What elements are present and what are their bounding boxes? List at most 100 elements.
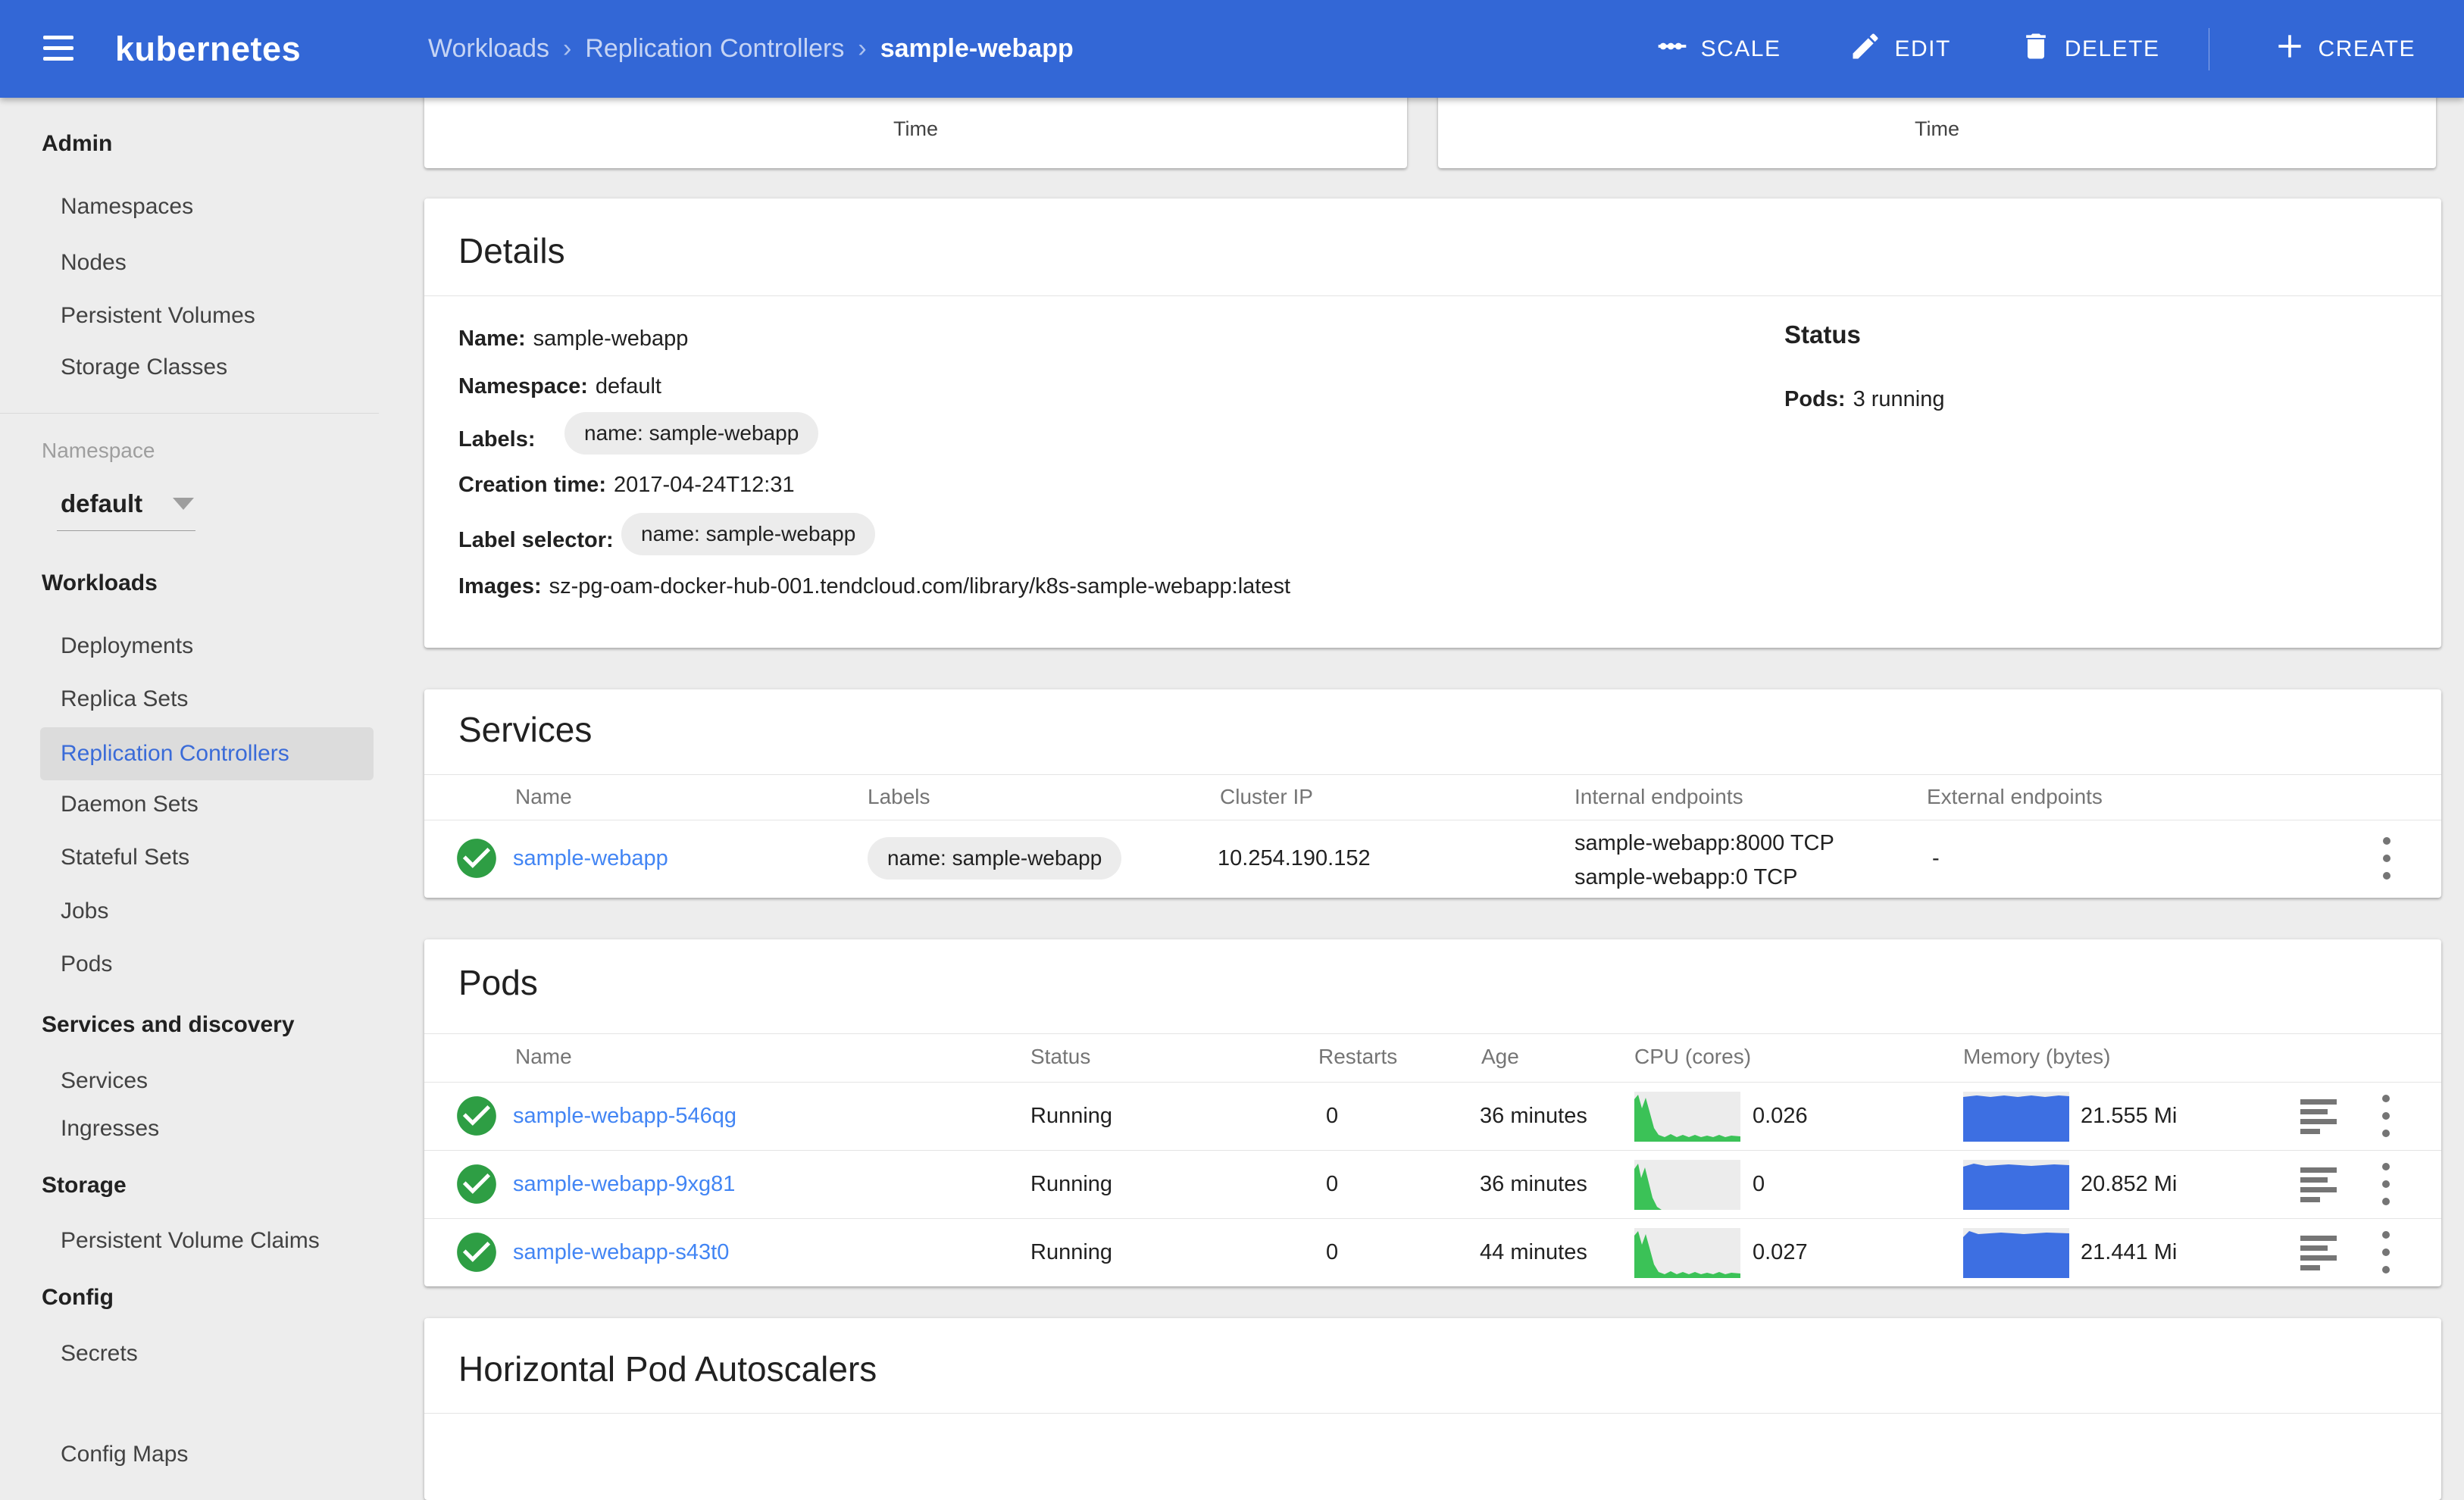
nav-sidebar: Admin Namespaces Nodes Persistent Volume…: [0, 98, 379, 1444]
breadcrumb-link-workloads[interactable]: Workloads: [428, 34, 549, 64]
col-header-memory: Memory (bytes): [1963, 1042, 2110, 1072]
detail-images-label: Images:: [458, 574, 542, 598]
sidebar-section-storage[interactable]: Storage: [42, 1159, 127, 1212]
service-link[interactable]: sample-webapp: [513, 842, 668, 875]
memory-sparkline: [1963, 1160, 2069, 1210]
table-row: sample-webapp-9xg81 Running 0 36 minutes…: [424, 1150, 2441, 1218]
col-header-cpu: CPU (cores): [1634, 1042, 1751, 1072]
pod-memory-value: 21.555 Mi: [2081, 1099, 2177, 1133]
service-label-chip: name: sample-webapp: [868, 837, 1121, 880]
col-header-name: Name: [515, 782, 572, 812]
sidebar-item-services[interactable]: Services: [61, 1055, 148, 1108]
col-header-restarts: Restarts: [1318, 1042, 1397, 1072]
namespace-underline: [57, 530, 195, 531]
sidebar-item-persistent-volume-claims[interactable]: Persistent Volume Claims: [61, 1214, 320, 1267]
edit-button[interactable]: EDIT: [1834, 19, 1965, 80]
pod-age: 36 minutes: [1480, 1167, 1587, 1201]
memory-sparkline: [1963, 1092, 2069, 1142]
row-menu-icon[interactable]: [2381, 1163, 2391, 1205]
cpu-sparkline: [1634, 1228, 1740, 1278]
scale-button-label: SCALE: [1701, 36, 1781, 62]
delete-button-label: DELETE: [2065, 36, 2160, 62]
menu-icon[interactable]: [43, 36, 73, 62]
namespace-select[interactable]: default: [61, 481, 142, 527]
logs-icon[interactable]: [2300, 1234, 2340, 1270]
status-pods-value: 3 running: [1853, 387, 1945, 411]
detail-creation-value: 2017-04-24T12:31: [614, 473, 795, 497]
sidebar-item-replication-controllers[interactable]: Replication Controllers: [40, 727, 374, 780]
sidebar-section-services-discovery[interactable]: Services and discovery: [42, 998, 295, 1052]
details-title: Details: [458, 230, 565, 271]
sidebar-item-jobs[interactable]: Jobs: [61, 885, 108, 938]
pod-memory-value: 20.852 Mi: [2081, 1167, 2177, 1201]
sidebar-item-deployments[interactable]: Deployments: [61, 620, 193, 673]
row-menu-icon[interactable]: [2382, 837, 2391, 880]
pod-cpu-value: 0.026: [1753, 1099, 1808, 1133]
detail-labels-label: Labels:: [458, 427, 536, 452]
detail-name: Name:sample-webapp: [458, 322, 688, 355]
namespace-label: Namespace: [42, 436, 155, 466]
check-circle-icon: [453, 1092, 500, 1139]
sidebar-item-namespaces[interactable]: Namespaces: [61, 180, 193, 233]
chevron-right-icon: ›: [563, 34, 571, 64]
app-logo[interactable]: kubernetes: [115, 0, 301, 98]
scale-icon: [1656, 30, 1689, 69]
detail-images: Images: sz-pg-oam-docker-hub-001.tendclou…: [458, 570, 1290, 603]
col-header-labels: Labels: [868, 782, 930, 812]
sidebar-item-secrets[interactable]: Secrets: [61, 1327, 138, 1380]
create-button[interactable]: CREATE: [2258, 19, 2431, 80]
memory-sparkline: [1963, 1228, 2069, 1278]
sidebar-section-workloads[interactable]: Workloads: [42, 557, 158, 610]
detail-images-value: sz-pg-oam-docker-hub-001.tendcloud.com/l…: [549, 574, 1290, 598]
sidebar-divider: [0, 413, 379, 414]
sidebar-item-stateful-sets[interactable]: Stateful Sets: [61, 831, 189, 884]
pod-age: 36 minutes: [1480, 1099, 1587, 1133]
create-button-label: CREATE: [2319, 36, 2416, 62]
sidebar-item-persistent-volumes[interactable]: Persistent Volumes: [61, 289, 255, 342]
hpa-card: Horizontal Pod Autoscalers: [424, 1318, 2441, 1500]
sidebar-item-pods[interactable]: Pods: [61, 938, 112, 991]
pod-restarts: 0: [1326, 1167, 1338, 1201]
service-external-endpoint: -: [1932, 842, 1940, 875]
logs-icon[interactable]: [2300, 1098, 2340, 1134]
logs-icon[interactable]: [2300, 1166, 2340, 1202]
divider: [424, 1033, 2441, 1034]
sidebar-item-replica-sets[interactable]: Replica Sets: [61, 673, 188, 726]
services-title: Services: [458, 709, 592, 750]
sidebar-item-nodes[interactable]: Nodes: [61, 236, 127, 289]
sidebar-item-config-maps[interactable]: Config Maps: [61, 1428, 188, 1481]
col-header-age: Age: [1481, 1042, 1519, 1072]
sidebar-section-config[interactable]: Config: [42, 1271, 114, 1324]
plus-icon: [2273, 30, 2306, 69]
pod-status: Running: [1030, 1236, 1112, 1269]
detail-creation-time: Creation time:2017-04-24T12:31: [458, 468, 795, 502]
status-pods-label: Pods:: [1784, 387, 1846, 411]
details-card: Details Name:sample-webapp Namespace:def…: [424, 198, 2441, 648]
table-row: sample-webapp-s43t0 Running 0 44 minutes…: [424, 1218, 2441, 1286]
delete-button[interactable]: DELETE: [2004, 19, 2175, 80]
row-menu-icon[interactable]: [2381, 1231, 2391, 1273]
status-pods: Pods: 3 running: [1784, 383, 1945, 416]
sidebar-item-ingresses[interactable]: Ingresses: [61, 1102, 159, 1155]
cpu-sparkline: [1634, 1160, 1740, 1210]
col-header-name: Name: [515, 1042, 572, 1072]
sidebar-item-storage-classes[interactable]: Storage Classes: [61, 341, 227, 394]
pod-link[interactable]: sample-webapp-546qg: [513, 1099, 736, 1133]
detail-namespace-label: Namespace:: [458, 374, 588, 398]
breadcrumb-current: sample-webapp: [880, 34, 1074, 64]
label-selector-chip: name: sample-webapp: [621, 513, 875, 555]
scale-button[interactable]: SCALE: [1640, 19, 1796, 80]
sidebar-section-admin[interactable]: Admin: [42, 117, 112, 170]
breadcrumb: Workloads › Replication Controllers › sa…: [428, 0, 1074, 98]
pod-cpu-value: 0: [1753, 1167, 1765, 1201]
row-menu-icon[interactable]: [2381, 1095, 2391, 1137]
detail-namespace: Namespace:default: [458, 370, 661, 403]
breadcrumb-link-replication-controllers[interactable]: Replication Controllers: [585, 34, 844, 64]
dropdown-arrow-icon[interactable]: [173, 498, 194, 510]
pod-link[interactable]: sample-webapp-s43t0: [513, 1236, 729, 1269]
main-content: Time Time Details Name:sample-webapp Nam…: [379, 0, 2464, 1444]
service-cluster-ip: 10.254.190.152: [1218, 842, 1371, 875]
status-title: Status: [1784, 320, 1861, 349]
pod-link[interactable]: sample-webapp-9xg81: [513, 1167, 735, 1201]
sidebar-item-daemon-sets[interactable]: Daemon Sets: [61, 778, 199, 831]
